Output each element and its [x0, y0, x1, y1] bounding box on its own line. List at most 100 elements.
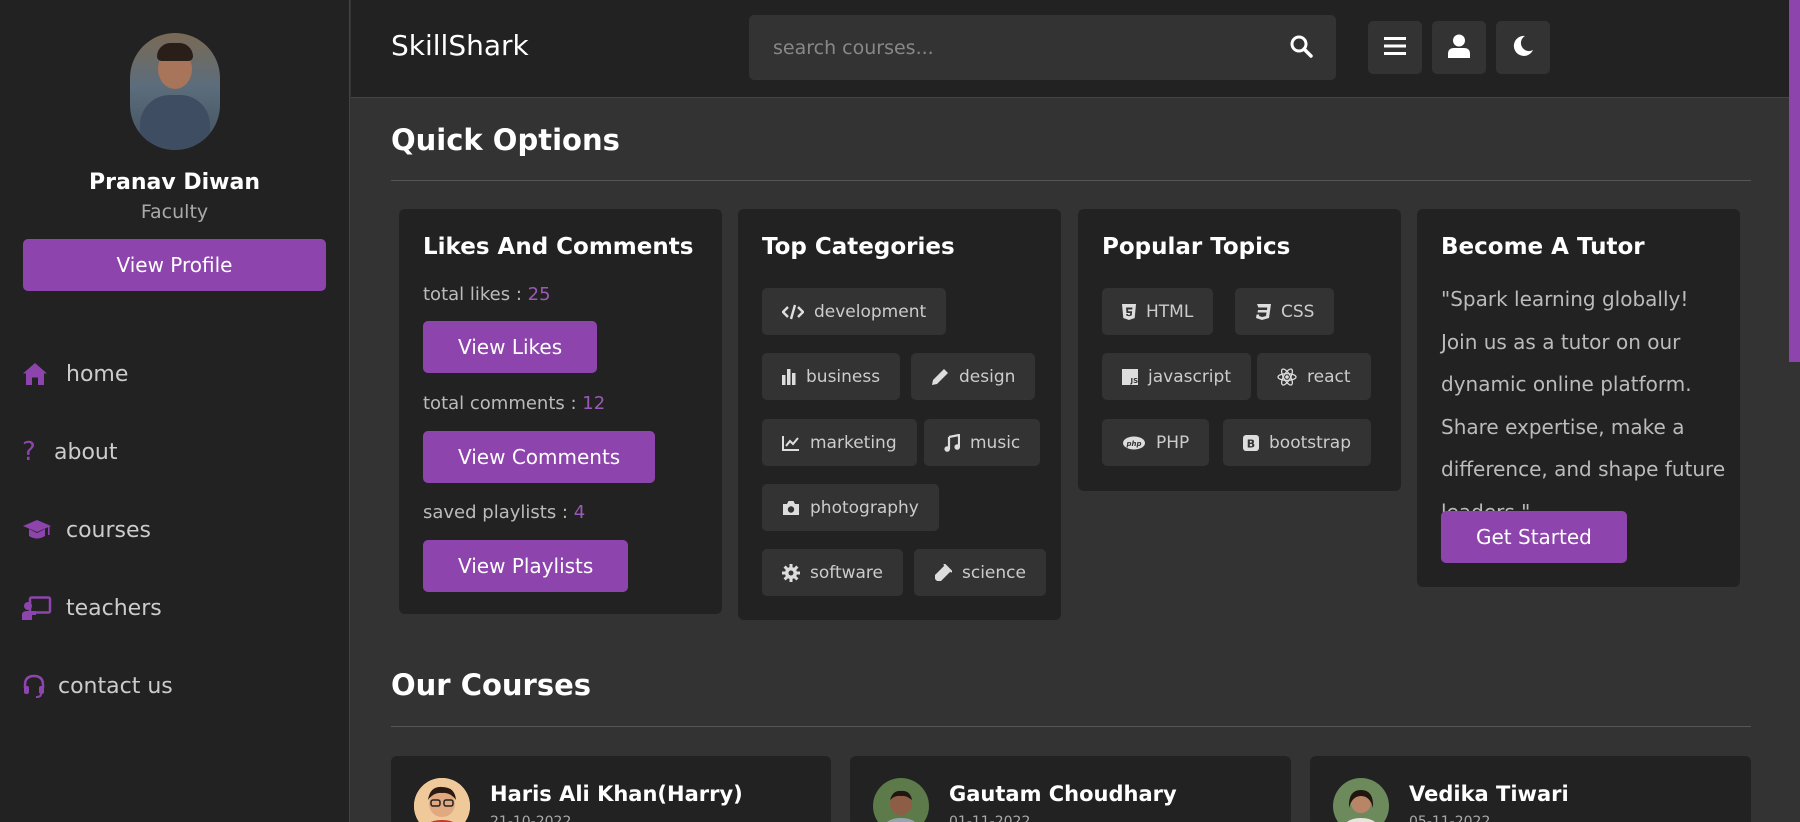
- graduation-cap-icon: [22, 519, 54, 541]
- category-tag-business[interactable]: business: [762, 353, 901, 400]
- view-playlists-button[interactable]: View Playlists: [423, 540, 629, 592]
- likes-comments-card: Likes And Comments total likes : 25 View…: [399, 209, 722, 614]
- tag-label: marketing: [810, 432, 897, 453]
- category-tag-design[interactable]: design: [911, 353, 1036, 400]
- sidebar-item-contact-us[interactable]: contact us: [0, 647, 349, 725]
- svg-text:JS: JS: [1130, 377, 1139, 385]
- top-categories-card: Top Categories development business desi…: [738, 209, 1061, 620]
- card-title: Likes And Comments: [423, 234, 694, 260]
- code-icon: [782, 304, 804, 320]
- divider: [391, 180, 1751, 181]
- topic-tag-php[interactable]: php PHP: [1102, 419, 1210, 466]
- vial-icon: [934, 563, 952, 582]
- search-box: [749, 15, 1336, 80]
- course-date: 05-11-2022: [1409, 814, 1491, 822]
- category-tag-marketing[interactable]: marketing: [762, 419, 917, 466]
- question-icon: ?: [22, 437, 36, 467]
- tag-label: music: [970, 432, 1021, 453]
- category-tag-photography[interactable]: photography: [762, 484, 939, 531]
- topic-tag-bootstrap[interactable]: B bootstrap: [1223, 419, 1371, 466]
- home-icon: [22, 362, 54, 386]
- saved-playlists-stat: saved playlists : 4: [423, 502, 585, 523]
- tutor-avatar: [414, 778, 470, 822]
- php-icon: php: [1122, 436, 1146, 450]
- popular-topics-card: Popular Topics HTML CSS JS javascript re…: [1078, 209, 1401, 491]
- tutor-name: Vedika Tiwari: [1409, 782, 1569, 806]
- topic-tag-react[interactable]: react: [1257, 353, 1371, 400]
- cog-icon: [782, 563, 800, 582]
- page-scrollbar[interactable]: [1789, 0, 1800, 822]
- user-button[interactable]: [1432, 21, 1486, 74]
- css3-icon: [1255, 303, 1271, 320]
- tag-label: javascript: [1148, 366, 1231, 387]
- search-icon: [1289, 34, 1313, 62]
- view-comments-button[interactable]: View Comments: [423, 431, 656, 483]
- total-comments-stat: total comments : 12: [423, 393, 605, 414]
- topic-tag-html[interactable]: HTML: [1102, 288, 1214, 335]
- tag-label: science: [962, 562, 1026, 583]
- category-tag-science[interactable]: science: [914, 549, 1046, 596]
- tag-label: software: [810, 562, 884, 583]
- sidebar-item-label: home: [66, 361, 129, 387]
- bootstrap-icon: B: [1243, 434, 1259, 451]
- card-title: Become A Tutor: [1441, 234, 1645, 260]
- tutor-name: Gautam Choudhary: [949, 782, 1177, 806]
- top-header: SkillShark: [351, 0, 1800, 98]
- course-card[interactable]: Haris Ali Khan(Harry) 21-10-2022: [391, 756, 831, 822]
- music-icon: [944, 433, 960, 452]
- js-icon: JS: [1122, 368, 1139, 385]
- sidebar-item-teachers[interactable]: teachers: [0, 569, 349, 647]
- sidebar-item-label: about: [54, 439, 118, 465]
- sidebar-item-label: teachers: [66, 595, 162, 621]
- view-profile-button[interactable]: View Profile: [23, 239, 326, 291]
- theme-toggle-button[interactable]: [1496, 21, 1550, 74]
- main-content: Quick Options Likes And Comments total l…: [351, 99, 1789, 822]
- topic-tag-css[interactable]: CSS: [1235, 288, 1335, 335]
- tutor-avatar: [873, 778, 929, 822]
- stat-value: 25: [527, 284, 551, 305]
- sidebar-item-about[interactable]: ? about: [0, 413, 349, 491]
- category-tag-music[interactable]: music: [924, 419, 1041, 466]
- profile-name: Pranav Diwan: [89, 170, 260, 195]
- tag-label: business: [806, 366, 881, 387]
- pen-icon: [931, 368, 949, 386]
- sidebar-item-courses[interactable]: courses: [0, 491, 349, 569]
- view-likes-button[interactable]: View Likes: [423, 321, 598, 373]
- stat-label: total likes :: [423, 284, 528, 305]
- total-likes-stat: total likes : 25: [423, 284, 551, 305]
- svg-text:B: B: [1247, 437, 1255, 450]
- search-input[interactable]: [749, 36, 1266, 59]
- logo[interactable]: SkillShark: [391, 29, 529, 62]
- sidebar-nav: home ? about courses teachers contact us: [0, 335, 349, 725]
- tutor-avatar: [1333, 778, 1389, 822]
- tag-label: design: [959, 366, 1016, 387]
- chalkboard-teacher-icon: [22, 596, 54, 620]
- scrollbar-thumb[interactable]: [1789, 0, 1800, 362]
- chart-bar-icon: [782, 368, 796, 385]
- profile-avatar: [129, 33, 220, 150]
- quick-options-title: Quick Options: [391, 123, 620, 157]
- category-tag-development[interactable]: development: [762, 288, 947, 335]
- course-card[interactable]: Vedika Tiwari 05-11-2022: [1310, 756, 1751, 822]
- course-card[interactable]: Gautam Choudhary 01-11-2022: [850, 756, 1291, 822]
- topic-tag-javascript[interactable]: JS javascript: [1102, 353, 1251, 400]
- tag-label: react: [1307, 366, 1351, 387]
- stat-label: saved playlists :: [423, 502, 574, 523]
- menu-button[interactable]: [1368, 21, 1422, 74]
- get-started-button[interactable]: Get Started: [1441, 511, 1627, 563]
- tag-label: PHP: [1156, 432, 1190, 453]
- search-button[interactable]: [1266, 15, 1336, 80]
- tag-label: HTML: [1146, 301, 1194, 322]
- card-title: Popular Topics: [1102, 234, 1291, 260]
- sidebar-item-home[interactable]: home: [0, 335, 349, 413]
- menu-icon: [1384, 36, 1406, 60]
- category-tag-software[interactable]: software: [762, 549, 904, 596]
- card-title: Top Categories: [762, 234, 955, 260]
- chart-line-icon: [782, 435, 800, 451]
- course-date: 21-10-2022: [490, 814, 572, 822]
- camera-icon: [782, 500, 800, 516]
- stat-label: total comments :: [423, 393, 583, 414]
- svg-text:php: php: [1125, 440, 1141, 448]
- divider: [391, 726, 1751, 727]
- tag-label: development: [814, 301, 927, 322]
